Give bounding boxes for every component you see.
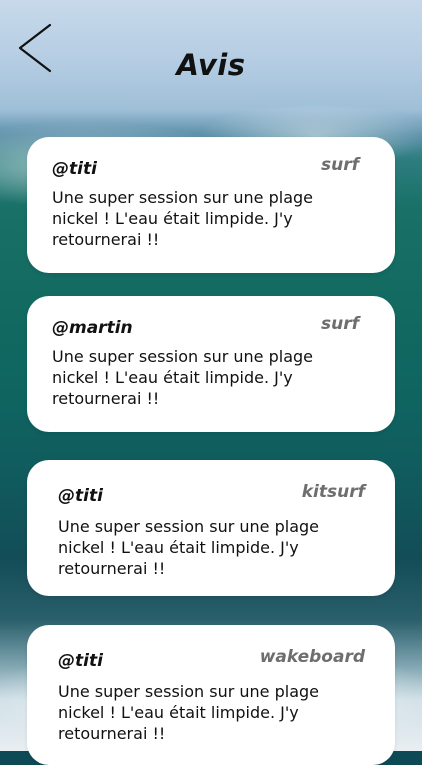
- review-username: @titi: [58, 486, 103, 506]
- review-username: @titi: [52, 159, 97, 179]
- review-sport-tag: kitsurf: [301, 482, 365, 502]
- review-card[interactable]: @martin surf Une super session sur une p…: [27, 296, 395, 432]
- review-text: Une super session sur une plage nickel !…: [58, 682, 319, 743]
- review-sport-tag: surf: [320, 155, 359, 175]
- review-card[interactable]: @titi surf Une super session sur une pla…: [27, 137, 395, 273]
- review-username: @martin: [52, 318, 133, 338]
- review-sport-tag: surf: [320, 314, 359, 334]
- review-text: Une super session sur une plage nickel !…: [52, 347, 313, 408]
- review-sport-tag: wakeboard: [259, 647, 365, 667]
- review-card[interactable]: @titi kitsurf Une super session sur une …: [27, 460, 395, 596]
- review-username: @titi: [58, 651, 103, 671]
- review-card[interactable]: @titi wakeboard Une super session sur un…: [27, 625, 395, 765]
- review-text: Une super session sur une plage nickel !…: [58, 517, 319, 578]
- review-text: Une super session sur une plage nickel !…: [52, 188, 313, 249]
- page-title: Avis: [176, 48, 246, 82]
